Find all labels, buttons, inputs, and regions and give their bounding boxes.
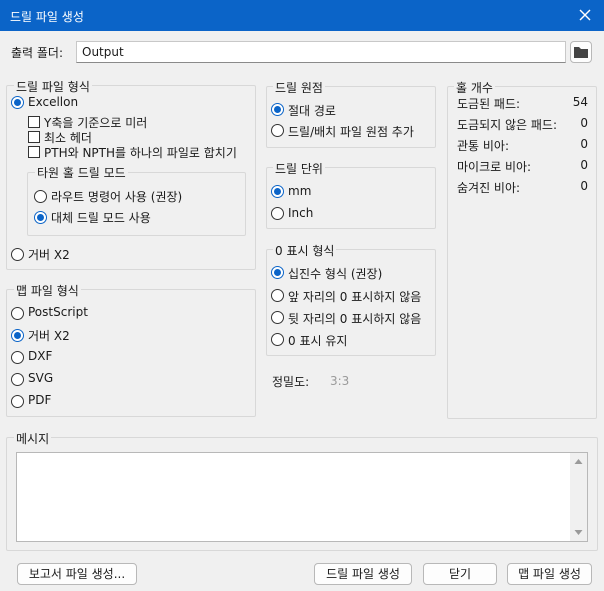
suppress-trailing-label: 뒷 자리의 0 표시하지 않음 (288, 312, 422, 326)
generate-report-button[interactable]: 보고서 파일 생성... (17, 563, 137, 585)
excellon-label: Excellon (28, 95, 79, 109)
buried-vias-label: 숨겨진 비아: (457, 181, 521, 195)
mirror-y-checkbox[interactable] (28, 116, 40, 128)
drill-format-title: 드릴 파일 형식 (14, 78, 92, 95)
generate-map-button[interactable]: 맵 파일 생성 (507, 563, 592, 585)
map-gerber-x2-radio[interactable] (11, 329, 24, 342)
messages-scrollbar[interactable] (570, 453, 587, 541)
aux-origin-label: 드릴/배치 파일 원점 추가 (288, 125, 414, 139)
suppress-leading-radio[interactable] (271, 289, 284, 302)
decimal-format-radio[interactable] (271, 266, 284, 279)
decimal-format-label: 십진수 형식 (권장) (288, 267, 383, 281)
aux-origin-radio[interactable] (271, 124, 284, 137)
messages-textarea[interactable] (16, 452, 588, 542)
route-command-radio[interactable] (34, 190, 47, 203)
inch-label: Inch (288, 206, 314, 220)
suppress-leading-label: 앞 자리의 0 표시하지 않음 (288, 290, 422, 304)
suppress-trailing-radio[interactable] (271, 311, 284, 324)
gerber-x2-drill-radio[interactable] (11, 248, 24, 261)
title-bar: 드릴 파일 생성 (0, 0, 604, 31)
generate-drill-button[interactable]: 드릴 파일 생성 (314, 563, 412, 585)
hole-count-title: 홀 개수 (454, 79, 495, 96)
through-vias-value: 0 (580, 137, 588, 151)
buried-vias-value: 0 (580, 179, 588, 193)
absolute-origin-radio[interactable] (271, 103, 284, 116)
drill-origin-title: 드릴 원점 (273, 79, 325, 96)
precision-value: 3:3 (330, 374, 350, 388)
micro-vias-label: 마이크로 비아: (457, 160, 532, 174)
drill-units-title: 드릴 단위 (273, 160, 325, 177)
micro-vias-value: 0 (580, 158, 588, 172)
close-button[interactable]: 닫기 (423, 563, 497, 585)
route-command-label: 라우트 명령어 사용 (권장) (51, 190, 183, 204)
map-format-title: 맵 파일 형식 (14, 282, 81, 299)
plated-pads-label: 도금된 패드: (457, 97, 521, 111)
precision-label: 정밀도: (272, 375, 310, 389)
scroll-down-icon[interactable] (570, 525, 587, 539)
minimal-header-checkbox[interactable] (28, 131, 40, 143)
mm-radio[interactable] (271, 185, 284, 198)
merge-pth-npth-label: PTH와 NPTH를 하나의 파일로 합치기 (44, 146, 237, 160)
map-gerber-x2-label: 거버 X2 (28, 329, 70, 343)
alternate-drill-label: 대체 드릴 모드 사용 (51, 211, 151, 225)
window-title: 드릴 파일 생성 (10, 10, 84, 24)
map-postscript-label: PostScript (28, 305, 88, 319)
keep-zeros-label: 0 표시 유지 (288, 334, 348, 348)
folder-icon (574, 47, 588, 58)
map-svg-label: SVG (28, 371, 54, 385)
inch-radio[interactable] (271, 207, 284, 220)
plated-pads-value: 54 (572, 95, 588, 109)
hole-count-group (447, 86, 597, 419)
output-folder-label: 출력 폴더: (11, 46, 64, 60)
map-pdf-label: PDF (28, 393, 52, 407)
merge-pth-npth-checkbox[interactable] (28, 146, 40, 158)
map-dxf-label: DXF (28, 349, 53, 363)
absolute-origin-label: 절대 경로 (288, 104, 336, 118)
map-pdf-radio[interactable] (11, 395, 24, 408)
map-dxf-radio[interactable] (11, 351, 24, 364)
gerber-x2-drill-label: 거버 X2 (28, 248, 70, 262)
through-vias-label: 관통 비아: (457, 139, 510, 153)
browse-folder-button[interactable] (570, 41, 592, 63)
zeros-format-title: 0 표시 형식 (273, 242, 337, 259)
mm-label: mm (288, 184, 312, 198)
map-svg-radio[interactable] (11, 373, 24, 386)
alternate-drill-radio[interactable] (34, 211, 47, 224)
close-icon[interactable] (574, 4, 596, 26)
oval-hole-title: 타원 홀 드릴 모드 (35, 164, 128, 181)
scroll-up-icon[interactable] (570, 455, 587, 469)
map-postscript-radio[interactable] (11, 307, 24, 320)
messages-title: 메시지 (14, 430, 52, 447)
keep-zeros-radio[interactable] (271, 333, 284, 346)
excellon-radio[interactable] (11, 96, 24, 109)
output-folder-input[interactable]: Output (76, 41, 566, 63)
nonplated-pads-value: 0 (580, 116, 588, 130)
